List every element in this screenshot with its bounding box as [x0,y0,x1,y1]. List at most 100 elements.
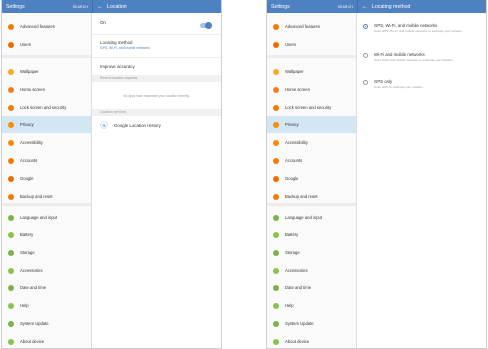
sidebar-item-about-device[interactable]: About device [267,333,356,348]
google-icon [273,175,279,182]
toggle-knob [205,22,212,29]
backup-icon [8,193,14,200]
sidebar-item-wallpaper[interactable]: Wallpaper [2,63,91,80]
sidebar-item-users[interactable]: Users [2,36,91,53]
back-arrow-icon[interactable]: ← [362,4,372,10]
sidebar-item-battery[interactable]: Battery [267,226,356,243]
storage-icon [273,249,279,256]
sidebar-item-system-update[interactable]: System Update [267,315,356,332]
sidebar-item-storage[interactable]: Storage [2,244,91,261]
sidebar-item-label: Accessibility [20,140,43,145]
sidebar-item-backup-and-reset[interactable]: Backup and reset [2,188,91,205]
sidebar-item-google[interactable]: Google [2,170,91,187]
sidebar-item-label: Date and time [20,285,47,290]
users-icon [8,41,14,48]
sidebar-item-advanced-features[interactable]: Advanced features [267,18,356,35]
settings-sidebar: Advanced features Users Wallpaper Home scre… [2,13,92,348]
radio-selected[interactable] [363,24,368,29]
sidebar-item-battery[interactable]: Battery [2,226,91,243]
sidebar-item-accessibility[interactable]: Accessibility [2,134,91,151]
improve-accuracy-label: Improve accuracy [100,64,135,69]
sidebar-item-label: Accounts [20,158,38,163]
sidebar-item-date-and-time[interactable]: Date and time [2,279,91,296]
detail-header: ← Location [92,0,221,13]
radio-unselected[interactable] [363,53,368,58]
sidebar-item-label: System Update [20,321,49,326]
sidebar-item-label: Accounts [285,158,303,163]
sidebar-item-privacy[interactable]: Privacy [2,116,91,133]
language-icon [273,214,279,221]
sidebar-item-google[interactable]: Google [267,170,356,187]
sidebar-item-date-and-time[interactable]: Date and time [267,279,356,296]
settings-title: Settings [271,3,290,10]
sidebar-item-accessories[interactable]: Accessories [267,262,356,279]
sidebar-item-advanced-features[interactable]: Advanced features [2,18,91,35]
improve-accuracy-row[interactable]: Improve accuracy [92,64,221,69]
accessories-icon [8,267,14,274]
settings-title: Settings [6,3,25,10]
sidebar-section-divider [267,55,356,58]
locating-method-row[interactable]: Locating method GPS, Wi-Fi, and mobile n… [92,40,221,50]
sidebar-item-accounts[interactable]: Accounts [2,152,91,169]
locating-method-label: Locating method [100,40,133,45]
privacy-icon [8,121,14,128]
battery-icon [273,231,279,238]
sidebar-item-label: Wallpaper [20,69,39,74]
battery-icon [8,231,14,238]
option-title: Wi-Fi and mobile networks [374,52,425,57]
sidebar-item-language-and-input[interactable]: Language and input [267,209,356,226]
locating-method-value: GPS, Wi-Fi, and mobile networks [100,46,150,50]
sidebar-item-home-screen[interactable]: Home screen [267,81,356,98]
sidebar-item-storage[interactable]: Storage [267,244,356,261]
clock-icon [273,284,279,291]
sidebar-item-wallpaper[interactable]: Wallpaper [267,63,356,80]
option-wifi-mobile[interactable]: Wi-Fi and mobile networks Uses Wi-Fi and… [357,52,486,62]
sidebar-item-label: Lock screen and security [20,105,67,110]
accessibility-icon [273,139,279,146]
radio-unselected[interactable] [363,80,368,85]
sidebar-item-system-update[interactable]: System Update [2,315,91,332]
location-services-header: Location services [92,109,221,116]
sidebar-item-accessories[interactable]: Accessories [2,262,91,279]
sidebar-item-help[interactable]: Help [267,297,356,314]
about-icon [273,338,279,345]
back-arrow-icon[interactable]: ← [97,4,107,10]
sidebar-item-lock-screen-and-security[interactable]: Lock screen and security [267,99,356,116]
sidebar-item-lock-screen-and-security[interactable]: Lock screen and security [2,99,91,116]
sidebar-item-label: About device [20,339,45,344]
sidebar-item-privacy[interactable]: Privacy [267,116,356,133]
sidebar-item-label: Google [285,176,299,181]
sidebar-item-home-screen[interactable]: Home screen [2,81,91,98]
tablet-locating-method-screen: Settings SEARCH ← Locating method Advanc… [266,0,487,349]
sidebar-item-about-device[interactable]: About device [2,333,91,348]
sidebar-item-label: Advanced features [20,24,55,29]
sidebar-item-backup-and-reset[interactable]: Backup and reset [267,188,356,205]
sidebar-item-label: Storage [20,250,35,255]
accounts-icon [273,157,279,164]
option-description: Uses GPS, Wi-Fi, and mobile networks to … [374,29,463,33]
accessories-icon [273,267,279,274]
sidebar-item-users[interactable]: Users [267,36,356,53]
sidebar-item-label: Privacy [20,122,34,127]
google-location-history-row[interactable]: G Google Location History [92,121,221,129]
about-icon [8,338,14,345]
accounts-icon [8,157,14,164]
sidebar-item-accounts[interactable]: Accounts [267,152,356,169]
sidebar-item-language-and-input[interactable]: Language and input [2,209,91,226]
option-gps-only[interactable]: GPS only Uses GPS to estimate your locat… [357,79,486,89]
option-title: GPS, Wi-Fi, and mobile networks [374,23,438,28]
help-icon [273,302,279,309]
location-toggle-switch[interactable] [200,22,212,29]
sidebar-item-label: Storage [285,250,300,255]
sidebar-item-label: Backup and reset [20,194,53,199]
sidebar-item-label: Battery [285,232,299,237]
search-button[interactable]: SEARCH [73,5,88,9]
search-button[interactable]: SEARCH [338,5,353,9]
sidebar-item-label: Accessibility [285,140,308,145]
option-gps-wifi-mobile[interactable]: GPS, Wi-Fi, and mobile networks Uses GPS… [357,23,486,33]
sidebar-item-accessibility[interactable]: Accessibility [267,134,356,151]
sidebar-item-label: Language and input [285,215,323,220]
sidebar-item-label: Users [20,42,31,47]
sidebar-item-help[interactable]: Help [2,297,91,314]
sidebar-item-label: Date and time [285,285,312,290]
